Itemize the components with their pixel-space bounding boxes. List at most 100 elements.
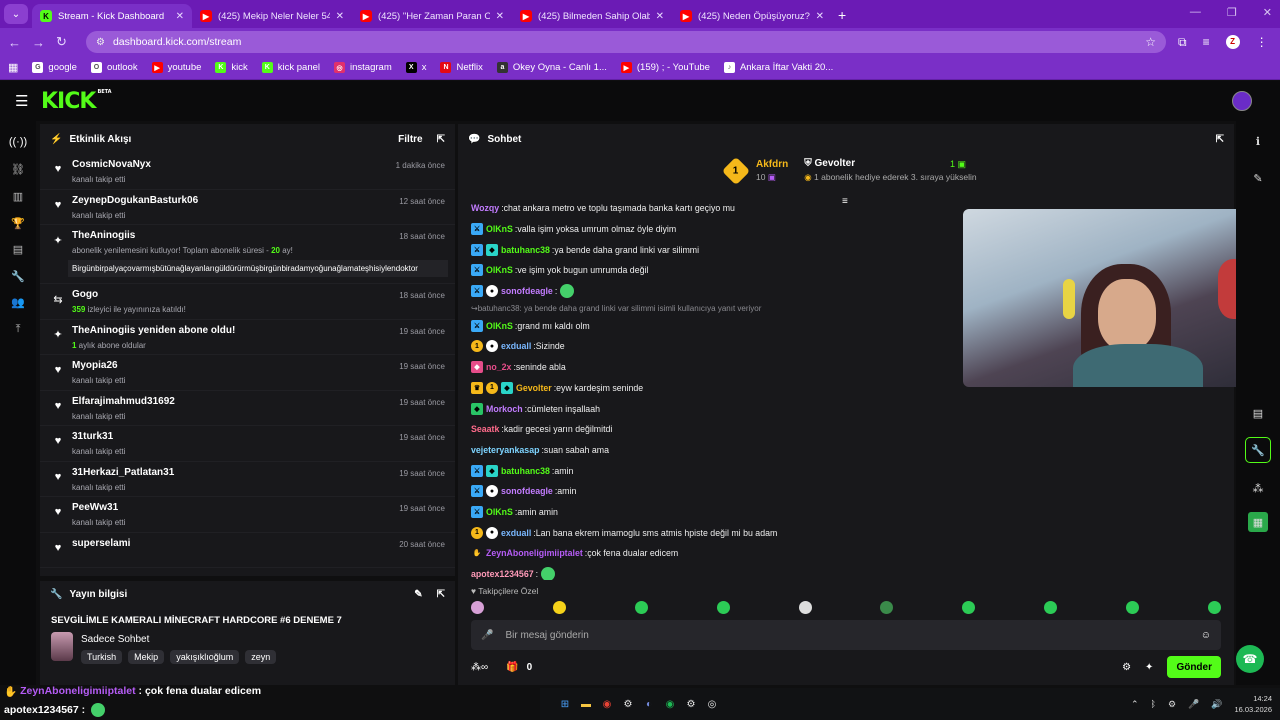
edit-icon[interactable]: ✎ xyxy=(414,589,422,600)
reply-context[interactable]: ↪ batuhanc38: ya bende daha grand linki … xyxy=(471,301,991,315)
extensions-icon[interactable]: ⧉ xyxy=(1178,35,1187,50)
chart-icon[interactable]: ▥ xyxy=(9,187,27,205)
filter-button[interactable]: Filtre xyxy=(398,134,422,145)
tab-4[interactable]: ▶ (425) Neden Öpüşüyoruz? - Yo ✕ xyxy=(672,4,832,28)
bookmark-item[interactable]: a Okey Oyna - Canlı 1... xyxy=(496,62,607,73)
users-icon[interactable]: 👥 xyxy=(9,293,27,311)
activity-event[interactable]: ♥ superselami 20 saat önce xyxy=(40,533,455,568)
emote-icon[interactable] xyxy=(716,601,730,614)
stream-category[interactable]: Sadece Sohbet xyxy=(81,634,276,645)
forward-icon[interactable]: → xyxy=(32,35,56,50)
tab-0[interactable]: K Stream - Kick Dashboard ✕ xyxy=(32,4,192,28)
chat-username[interactable]: Morkoch xyxy=(486,404,523,414)
activity-event[interactable]: ♥ Myopia26 19 saat önce kanalı takip etti xyxy=(40,355,455,391)
close-tab-icon[interactable]: ✕ xyxy=(176,11,184,22)
chat-username[interactable]: OlKnS xyxy=(486,265,513,275)
emote-icon[interactable] xyxy=(471,601,484,614)
media-icon[interactable]: ≡ xyxy=(1203,35,1210,50)
chat-message[interactable]: ⚔ OlKnS: ve işim yok bugun umrumda değil xyxy=(471,260,991,281)
emote-icon[interactable] xyxy=(634,601,648,614)
emote-icon[interactable] xyxy=(1207,601,1221,614)
reload-icon[interactable]: ↻ xyxy=(56,34,80,50)
chat-username[interactable]: sonofdeagle xyxy=(501,486,553,496)
back-icon[interactable]: ← xyxy=(8,35,32,50)
kick-logo[interactable]: KICK BETA xyxy=(41,89,112,114)
event-username[interactable]: TheAninogiis yeniden abone oldu! xyxy=(72,325,447,336)
bookmark-item[interactable]: N Netflix xyxy=(440,62,483,73)
tab-3[interactable]: ▶ (425) Bilmeden Sahip Olabilece ✕ xyxy=(512,4,672,28)
chat-message[interactable]: vejeteryankasap: suan sabah ama xyxy=(471,440,991,461)
popout-icon[interactable]: ⇱ xyxy=(437,589,445,600)
popout-icon[interactable]: ⇱ xyxy=(437,134,445,145)
chat-message[interactable]: ⚔ OlKnS: amin amin xyxy=(471,502,991,523)
layout-icon[interactable]: ▤ xyxy=(1248,403,1268,423)
chat-username[interactable]: OlKnS xyxy=(486,224,513,234)
chat-message[interactable]: ⚔ ● sonofdeagle: amin xyxy=(471,481,991,502)
close-tab-icon[interactable]: ✕ xyxy=(816,11,824,22)
activity-event[interactable]: ✦ TheAninogiis yeniden abone oldu! 19 saat… xyxy=(40,320,455,355)
chrome-icon[interactable]: ◉ xyxy=(598,695,616,713)
bookmark-item[interactable]: Ggoogle xyxy=(32,62,77,73)
event-username[interactable]: Myopia26 xyxy=(72,360,447,371)
info-icon[interactable]: ℹ xyxy=(1248,131,1268,151)
emote-icon[interactable] xyxy=(1126,601,1139,614)
chat-message[interactable]: ♛ 1 ◆ Gevolter: eyw kardeşim seninde xyxy=(471,378,991,399)
close-tab-icon[interactable]: ✕ xyxy=(336,11,344,22)
chat-username[interactable]: no_2x xyxy=(486,362,511,372)
event-username[interactable]: ZeynepDogukanBasturk06 xyxy=(72,195,447,206)
bookmark-star-icon[interactable]: ☆ xyxy=(1145,35,1156,49)
link-icon[interactable]: ⛓ xyxy=(9,160,27,178)
minimize-icon[interactable]: — xyxy=(1190,6,1201,19)
upload-icon[interactable]: ⤒ xyxy=(9,320,27,338)
spotify-icon[interactable]: ◉ xyxy=(661,695,679,713)
close-tab-icon[interactable]: ✕ xyxy=(656,11,664,22)
apps-icon[interactable]: ▦ xyxy=(8,61,18,74)
chevron-up-icon[interactable]: ⌃ xyxy=(1131,699,1139,710)
gift-box-icon[interactable]: 🎁 xyxy=(506,662,518,673)
wrench-icon[interactable]: 🔧 xyxy=(1245,437,1271,463)
chat-message[interactable]: ✋ ZeynAboneligimiiptalet: çok fena dualar… xyxy=(471,543,991,564)
steam-icon[interactable]: ⚙ xyxy=(682,695,700,713)
chat-username[interactable]: ZeynAboneligimiiptalet xyxy=(486,548,583,558)
points-icon[interactable]: ⁂ xyxy=(1248,478,1268,498)
category-thumbnail[interactable] xyxy=(51,632,73,661)
chat-username[interactable]: batuhanc38 xyxy=(501,466,550,476)
chat-username[interactable]: Gevolter xyxy=(516,383,552,393)
support-headset-icon[interactable]: ☎ xyxy=(1236,645,1264,673)
settings-icon[interactable]: ⚙ xyxy=(1122,662,1131,673)
emote-icon[interactable] xyxy=(880,601,894,614)
chat-message[interactable]: apotex1234567: xyxy=(471,564,991,580)
new-tab-button[interactable]: + xyxy=(838,7,846,23)
app-icon[interactable]: ▦ xyxy=(1248,512,1268,532)
bookmark-item[interactable]: ◎ instagram xyxy=(334,62,392,73)
activity-event[interactable]: ⇆ Gogo 18 saat önce 359 izleyici ile yayını… xyxy=(40,284,455,320)
activity-event[interactable]: ♥ Elfarajimahmud31692 19 saat önce kanalı t… xyxy=(40,391,455,426)
chat-message[interactable]: ◆ Morkoch: cümleten inşallaah xyxy=(471,398,991,419)
emote-icon[interactable] xyxy=(798,601,812,614)
stream-tag[interactable]: zeyn xyxy=(245,650,277,664)
video-icon[interactable]: ▤ xyxy=(9,240,27,258)
close-icon[interactable]: ✕ xyxy=(1263,6,1272,19)
event-username[interactable]: Gogo xyxy=(72,289,447,300)
event-username[interactable]: CosmicNovaNyx xyxy=(72,159,447,170)
send-button[interactable]: Gönder xyxy=(1167,656,1221,678)
bookmark-item[interactable]: Ooutlook xyxy=(90,62,138,73)
chat-username[interactable]: OlKnS xyxy=(486,507,513,517)
activity-event[interactable]: ♥ ZeynepDogukanBasturk06 12 saat önce kanal… xyxy=(40,190,455,225)
chat-username[interactable]: exduall xyxy=(501,528,531,538)
start-icon[interactable]: ⊞ xyxy=(556,695,574,713)
event-username[interactable]: 31Herkazi_Patlatan31 xyxy=(72,467,447,478)
site-info-icon[interactable]: ⚙ xyxy=(96,37,105,48)
mic-tray-icon[interactable]: 🎤 xyxy=(1188,699,1199,710)
chat-username[interactable]: OlKnS xyxy=(486,321,513,331)
obs-icon[interactable]: ◎ xyxy=(703,695,721,713)
chat-message[interactable]: 1 ● exduall: Sizinde xyxy=(471,336,991,357)
event-username[interactable]: PeeWw31 xyxy=(72,502,447,513)
chat-username[interactable]: apotex1234567 xyxy=(471,569,534,579)
chat-message[interactable]: Seaatk: kadir gecesi yarın değilmitdi xyxy=(471,419,991,440)
emote-icon[interactable] xyxy=(962,601,976,614)
chat-message[interactable]: ⚔ OlKnS: valla işim yoksa umrum olmaz öyl… xyxy=(471,219,991,240)
chat-username[interactable]: sonofdeagle xyxy=(501,286,553,296)
bookmark-item[interactable]: ♪ Ankara İftar Vakti 20... xyxy=(723,62,833,73)
gifter-name[interactable]: Gevolter xyxy=(815,158,856,169)
